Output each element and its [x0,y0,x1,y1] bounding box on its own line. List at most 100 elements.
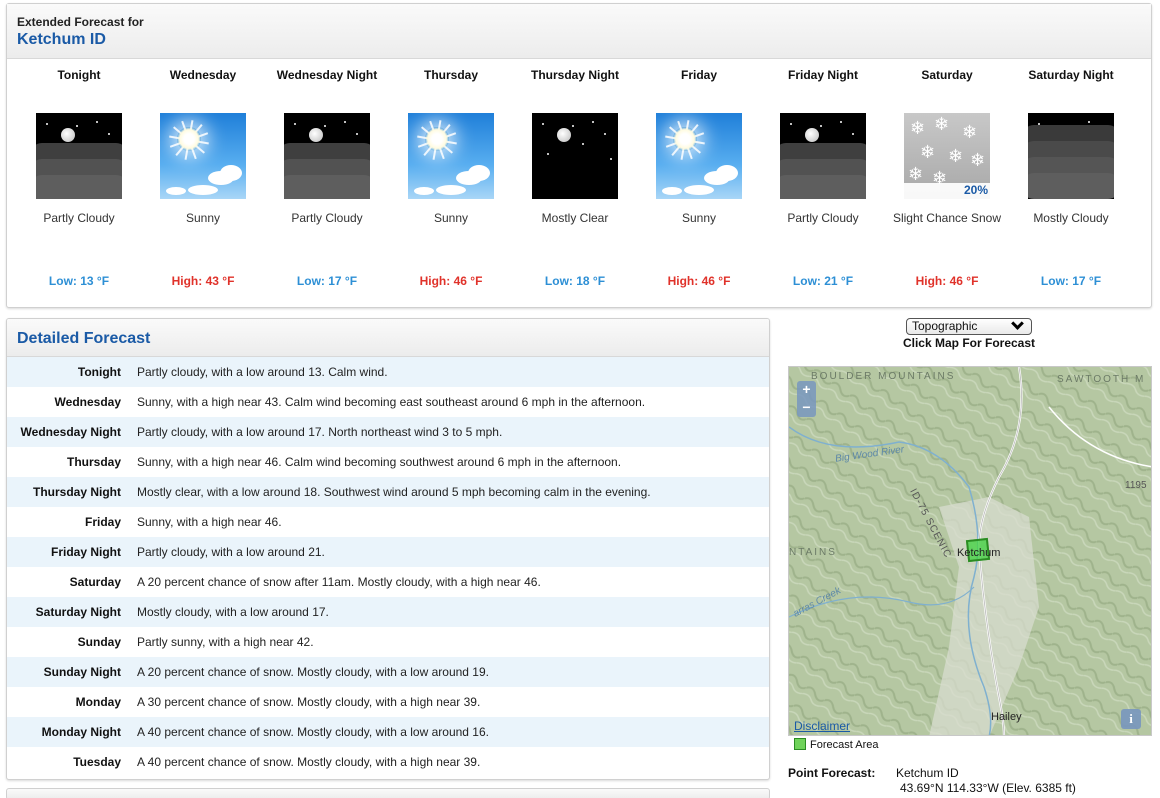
table-row: Monday Night A 40 percent chance of snow.… [7,717,769,747]
detailed-period-text: A 20 percent chance of snow after 11am. … [137,575,541,589]
period-name: Tonight [57,68,101,82]
map-zoom-control: + − [797,381,816,417]
info-icon[interactable]: i [1121,709,1141,729]
period-name: Wednesday Night [276,68,378,82]
detailed-period-text: Partly sunny, with a high near 42. [137,635,314,649]
period-short-forecast: Partly Cloudy [787,211,859,225]
table-row: Wednesday Night Partly cloudy, with a low… [7,417,769,447]
detailed-period-text: Partly cloudy, with a low around 21. [137,545,325,559]
point-forecast-coordinates: 43.69°N 114.33°W (Elev. 6385 ft) [900,781,1076,795]
mostly-cloudy-night-icon [1028,113,1114,199]
extended-forecast-panel: Extended Forecast for Ketchum ID Tonight… [6,3,1152,308]
high-temperature: High: 46 °F [419,274,483,288]
snow-icon: ❄ ❄ ❄ ❄ ❄ ❄ ❄ ❄ 20% [904,113,990,199]
period-short-forecast: Sunny [433,211,469,225]
zoom-in-button[interactable]: + [797,381,816,399]
next-panel-edge [6,788,770,798]
period-name: Friday Night [787,68,858,82]
detailed-period-label: Monday Night [41,725,121,739]
mostly-clear-night-icon [532,113,618,199]
forecast-period[interactable]: Thursday Night Mostly Clear Low: 18 °F [513,67,637,297]
extended-forecast-prefix: Extended Forecast for [17,15,144,29]
detailed-period-label: Sunday [77,635,121,649]
table-row: Wednesday Sunny, with a high near 43. Cal… [7,387,769,417]
detailed-period-label: Saturday Night [35,605,121,619]
period-name: Saturday [921,68,973,82]
low-temperature: Low: 17 °F [1040,274,1102,288]
forecast-period[interactable]: Wednesday Sunny High: 43 °F [141,67,265,297]
table-row: Saturday Night Mostly cloudy, with a low … [7,597,769,627]
table-row: Friday Night Partly cloudy, with a low ar… [7,537,769,567]
partly-cloudy-night-icon [780,113,866,199]
table-row: Tonight Partly cloudy, with a low around … [7,357,769,387]
forecast-period[interactable]: Friday Night Partly Cloudy Low: 21 °F [761,67,885,297]
table-row: Saturday A 20 percent chance of snow afte… [7,567,769,597]
sunny-icon [160,113,246,199]
period-name: Friday [680,68,717,82]
low-temperature: Low: 13 °F [48,274,110,288]
forecast-periods: Tonight Partly Cloudy Low: 13 °F Wednesday S… [17,67,1141,297]
period-short-forecast: Slight Chance Snow [892,211,1002,225]
detailed-period-text: Sunny, with a high near 46. Calm wind be… [137,455,622,469]
table-row: Monday A 30 percent chance of snow. Mostl… [7,687,769,717]
detailed-period-text: Sunny, with a high near 46. [137,515,282,529]
map-layer-select-value: Topographic [912,319,978,333]
period-name: Saturday Night [1028,68,1114,82]
high-temperature: High: 46 °F [667,274,731,288]
map-label-mountains-left: NTAINS [789,547,837,558]
forecast-location-title: Ketchum ID [17,31,106,48]
low-temperature: Low: 21 °F [792,274,854,288]
detailed-period-text: A 30 percent chance of snow. Mostly clou… [137,695,481,709]
zoom-out-button[interactable]: − [797,399,816,417]
map-disclaimer-link[interactable]: Disclaimer [794,719,850,733]
low-temperature: Low: 17 °F [296,274,358,288]
detailed-period-label: Friday Night [50,545,121,559]
map-label-elevation: 1195 [1125,480,1147,491]
table-row: Sunday Partly sunny, with a high near 42. [7,627,769,657]
period-short-forecast: Partly Cloudy [291,211,363,225]
chevron-down-icon [1011,317,1024,330]
detailed-period-label: Tonight [77,365,121,379]
precip-chance: 20% [904,183,990,199]
detailed-period-label: Wednesday [54,395,121,409]
table-row: Thursday Night Mostly clear, with a low a… [7,477,769,507]
map-city-ketchum: Ketchum [957,547,1001,559]
detailed-period-text: Partly cloudy, with a low around 17. Nor… [137,425,503,439]
forecast-period[interactable]: Friday Sunny High: 46 °F [637,67,761,297]
map-layer-select[interactable]: Topographic [906,317,1032,335]
table-row: Thursday Sunny, with a high near 46. Calm… [7,447,769,477]
forecast-period[interactable]: Wednesday Night Partly Cloudy Low: 17 °F [265,67,389,297]
period-short-forecast: Sunny [681,211,717,225]
low-temperature: Low: 18 °F [544,274,606,288]
forecast-period[interactable]: Tonight Partly Cloudy Low: 13 °F [17,67,141,297]
forecast-area-swatch [794,738,806,750]
point-forecast-label: Point Forecast: [788,766,876,780]
detailed-period-label: Tuesday [73,755,121,769]
period-short-forecast: Mostly Cloudy [1033,211,1109,225]
partly-cloudy-night-icon [36,113,122,199]
forecast-map[interactable]: + − BOULDER MOUNTAINS SAWTOOTH M Big Woo… [788,366,1152,736]
forecast-period[interactable]: Thursday Sunny High: 46 °F [389,67,513,297]
period-short-forecast: Sunny [185,211,221,225]
detailed-period-label: Thursday Night [32,485,121,499]
sunny-icon [656,113,742,199]
forecast-period[interactable]: Saturday Night Mostly Cloudy Low: 17 °F [1009,67,1133,297]
map-legend: Forecast Area [794,738,878,751]
forecast-period[interactable]: Saturday ❄ ❄ ❄ ❄ ❄ ❄ ❄ ❄ 20% Slight Chance Snow Hig… [885,67,1009,297]
detailed-period-text: A 40 percent chance of snow. Mostly clou… [137,755,481,769]
period-short-forecast: Partly Cloudy [43,211,115,225]
detailed-forecast-title: Detailed Forecast [7,319,769,357]
detailed-period-label: Monday [75,695,121,709]
detailed-period-text: Mostly cloudy, with a low around 17. [137,605,329,619]
table-row: Friday Sunny, with a high near 46. [7,507,769,537]
period-name: Thursday Night [530,68,619,82]
high-temperature: High: 43 °F [171,274,235,288]
detailed-period-label: Saturday [69,575,121,589]
period-name: Wednesday [169,68,237,82]
detailed-forecast-panel: Detailed Forecast Tonight Partly cloudy, … [6,318,770,780]
map-label-sawtooth: SAWTOOTH M [1057,374,1146,385]
detailed-period-text: A 20 percent chance of snow. Mostly clou… [137,665,489,679]
table-row: Sunday Night A 20 percent chance of snow.… [7,657,769,687]
period-short-forecast: Mostly Clear [541,211,609,225]
map-hint: Click Map For Forecast [902,336,1036,350]
